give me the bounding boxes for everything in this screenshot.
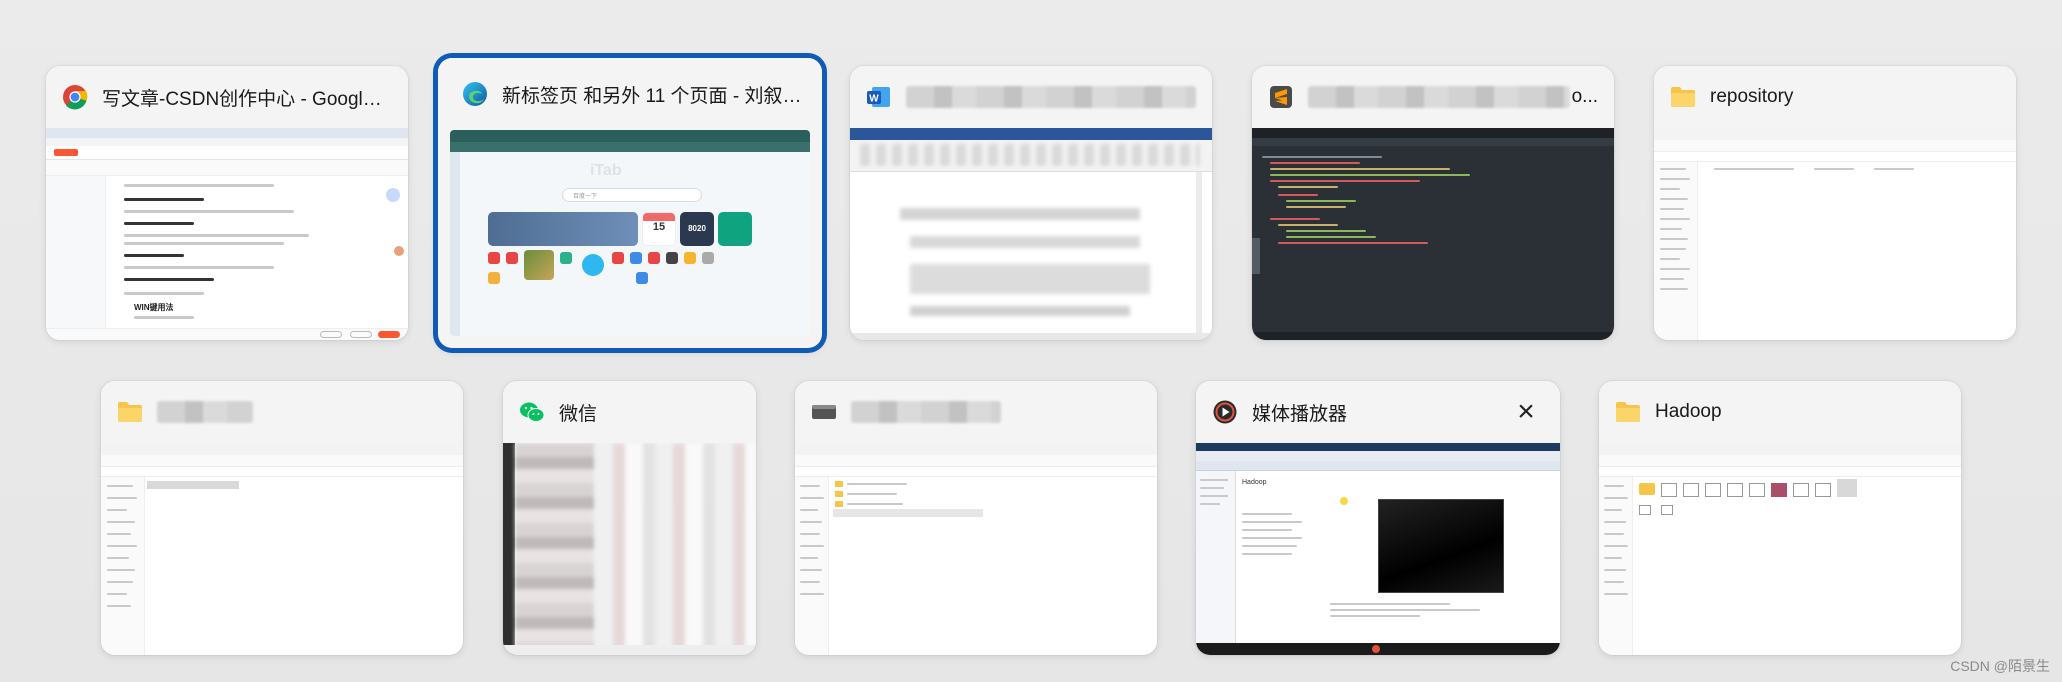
window-card-header: 媒体播放器 × [1196,381,1560,443]
calendar-day: 15 [652,221,666,233]
media-player-icon [1212,399,1238,425]
window-title: 写文章-CSDN创作中心 - Google C... [102,88,392,110]
window-preview [101,443,463,655]
folder-icon [117,399,143,425]
window-preview [850,128,1212,340]
window-preview [1599,443,1961,655]
window-preview [795,443,1157,655]
window-preview [503,443,756,655]
window-title-blurred [851,401,1001,423]
edge-search-box: 百度一下 [562,188,702,202]
window-card-explorer-2[interactable] [795,381,1157,655]
window-preview: WIN键用法 [46,128,408,340]
window-title: 媒体播放器 [1252,403,1348,425]
search-placeholder: 百度一下 [573,194,598,200]
window-card-chrome-csdn[interactable]: 写文章-CSDN创作中心 - Google C... WIN键用法 [46,66,408,340]
word-icon: W [866,84,892,110]
window-card-wechat[interactable]: 微信 [503,381,756,655]
window-title: 新标签页 和另外 11 个页面 - 刘叙 -... [502,85,806,107]
window-title-blurred [157,401,253,423]
window-card-header: W [850,66,1212,128]
window-card-repository[interactable]: repository [1654,66,2016,340]
wechat-icon [519,399,545,425]
itab-logo: iTab [590,162,622,179]
window-title: 微信 [559,403,598,425]
folder-icon [1670,84,1696,110]
window-card-header: 微信 [503,381,756,443]
sublime-icon [1268,84,1294,110]
window-card-header [795,381,1157,443]
window-card-header: repository [1654,66,2016,128]
window-card-explorer-1[interactable] [101,381,463,655]
window-title: Hadoop [1655,401,1722,422]
folder-icon [1615,399,1641,425]
close-icon: × [1517,395,1535,428]
close-button[interactable]: × [1508,394,1544,430]
window-title: repository [1710,86,1794,107]
window-card-edge[interactable]: 新标签页 和另外 11 个页面 - 刘叙 -... iTab 百度一下 15 8… [438,58,822,348]
window-card-editor[interactable]: o... [1252,66,1614,340]
window-card-header: 新标签页 和另外 11 个页面 - 刘叙 -... [438,58,822,130]
clock-widget: 8020 [680,212,714,246]
csdn-watermark: CSDN @陌景生 [1950,658,2050,674]
window-card-header: Hadoop [1599,381,1961,443]
svg-text:W: W [869,94,879,105]
csdn-heading: WIN键用法 [134,303,174,312]
window-card-word[interactable]: W [850,66,1212,340]
window-title: o... [1571,86,1598,107]
window-preview: iTab 百度一下 15 8020 [450,130,810,336]
media-folder-label: Hadoop [1242,479,1267,486]
window-preview: Hadoop [1196,443,1560,655]
window-card-header: 写文章-CSDN创作中心 - Google C... [46,66,408,128]
edge-icon [462,81,488,107]
window-card-header: o... [1252,66,1614,128]
window-title-blurred [906,86,1196,108]
chrome-icon [62,84,88,110]
window-preview [1654,128,2016,340]
terminal-icon [811,399,837,425]
window-card-media-player[interactable]: 媒体播放器 × Hadoop [1196,381,1560,655]
window-card-header [101,381,463,443]
window-title-blurred [1308,86,1570,108]
window-preview [1252,128,1614,340]
window-card-hadoop[interactable]: Hadoop [1599,381,1961,655]
